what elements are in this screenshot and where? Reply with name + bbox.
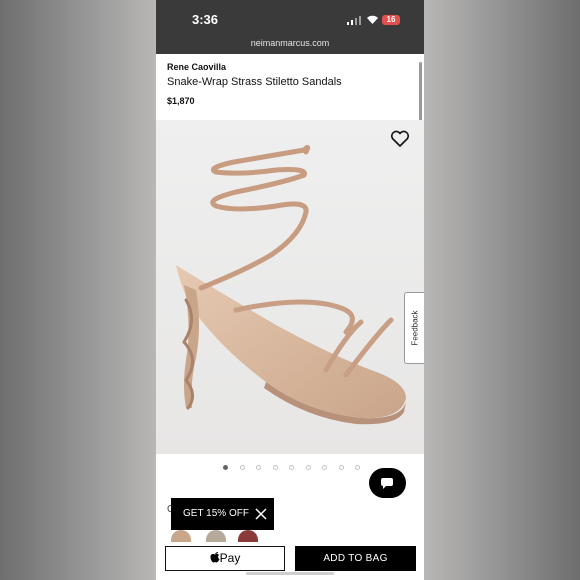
promo-banner[interactable]: GET 15% OFF [171,498,274,530]
url-bar[interactable]: neimanmarcus.com [156,38,424,48]
chat-icon [381,478,393,489]
carousel-dot[interactable] [305,465,311,470]
chat-button[interactable] [369,468,406,498]
color-swatch[interactable] [238,530,258,542]
phone-screen: 3:36 16 neimanmarcus.com Rene Caovilla S… [156,0,424,580]
heart-icon[interactable] [390,130,410,148]
carousel-dot[interactable] [223,465,228,470]
feedback-tab[interactable]: Feedback [404,292,424,364]
backdrop-left [0,0,156,580]
product-info: Rene Caovilla Snake-Wrap Strass Stiletto… [156,54,424,120]
backdrop-right [424,0,580,580]
apple-icon [210,552,220,563]
carousel-dot[interactable] [239,465,245,470]
product-name: Snake-Wrap Strass Stiletto Sandals [167,76,342,88]
product-brand[interactable]: Rene Caovilla [167,62,226,72]
close-icon[interactable] [255,508,267,520]
carousel-dot[interactable] [355,465,360,470]
color-swatch[interactable] [171,530,191,542]
sandal-illustration [176,144,406,425]
signal-icon [347,16,361,25]
add-to-bag-button[interactable]: ADD TO BAG [295,546,416,571]
wifi-icon [367,15,378,24]
carousel-dot[interactable] [338,465,344,470]
apple-pay-button[interactable]: Pay [165,546,285,571]
battery-indicator: 16 [382,15,400,25]
home-indicator [246,572,334,575]
product-image[interactable] [156,120,424,454]
carousel-dot[interactable] [289,465,294,470]
carousel-dot[interactable] [272,465,278,470]
promo-label: GET 15% OFF [183,508,249,519]
carousel-dot[interactable] [322,465,327,470]
apple-pay-label: Pay [219,551,241,565]
status-bar: 3:36 16 neimanmarcus.com [156,0,424,54]
carousel-dot[interactable] [256,465,261,470]
feedback-label: Feedback [410,310,420,346]
color-swatch[interactable] [206,530,226,542]
status-time: 3:36 [192,12,219,27]
product-price: $1,870 [167,96,195,106]
